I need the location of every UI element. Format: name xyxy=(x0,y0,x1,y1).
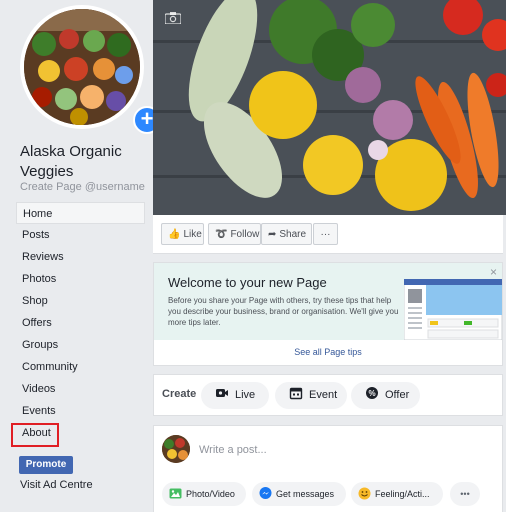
live-video-icon xyxy=(216,389,228,397)
smiley-icon xyxy=(358,487,371,500)
offer-tag-icon: % xyxy=(366,387,378,399)
camera-icon[interactable] xyxy=(165,12,181,24)
welcome-title: Welcome to your new Page xyxy=(168,275,327,290)
write-post-input[interactable]: Write a post... xyxy=(199,444,267,456)
create-bar: Create Live Event % Offer xyxy=(153,374,503,416)
page-nav: Home Posts Reviews Photos Shop Offers Gr… xyxy=(16,202,145,444)
nav-item-groups[interactable]: Groups xyxy=(16,334,145,356)
nav-item-events[interactable]: Events xyxy=(16,400,145,422)
profile-picture-frame[interactable]: + xyxy=(20,5,161,134)
about-highlight-box xyxy=(11,423,59,447)
share-label: Share xyxy=(279,229,307,240)
nav-item-shop[interactable]: Shop xyxy=(16,290,145,312)
write-post-card: Write a post... Photo/Video Get messages… xyxy=(153,425,503,512)
follow-button[interactable]: ➰ Follow xyxy=(208,223,261,245)
photo-video-button[interactable]: Photo/Video xyxy=(162,482,246,506)
get-messages-button[interactable]: Get messages xyxy=(252,482,346,506)
close-icon[interactable]: × xyxy=(490,265,497,279)
welcome-banner: Welcome to your new Page Before you shar… xyxy=(154,263,502,340)
page-preview-illustration xyxy=(404,279,502,340)
event-button[interactable]: Event xyxy=(275,382,347,409)
live-button[interactable]: Live xyxy=(201,382,269,409)
svg-text:%: % xyxy=(368,389,375,398)
event-label: Event xyxy=(309,389,338,401)
photo-video-label: Photo/Video xyxy=(186,489,235,499)
create-username-link[interactable]: Create Page @username xyxy=(20,181,145,193)
share-arrow-icon: ➦ xyxy=(268,229,277,240)
page-name: Alaska Organic Veggies xyxy=(20,143,122,180)
welcome-card: Welcome to your new Page Before you shar… xyxy=(153,262,503,366)
messenger-icon xyxy=(259,487,272,499)
more-post-options-button[interactable]: ••• xyxy=(450,482,480,506)
nav-item-photos[interactable]: Photos xyxy=(16,268,145,290)
live-label: Live xyxy=(235,389,256,401)
visit-ad-centre-link[interactable]: Visit Ad Centre xyxy=(20,479,93,491)
like-label: Like xyxy=(183,229,202,240)
calendar-icon xyxy=(289,387,303,400)
create-label: Create xyxy=(162,388,197,400)
page-action-bar: 👍 Like ➰ Follow ➦ Share ··· xyxy=(153,215,503,254)
rss-icon: ➰ xyxy=(215,229,228,240)
feeling-label: Feeling/Acti... xyxy=(375,489,430,499)
offer-button[interactable]: % Offer xyxy=(351,382,420,409)
composer-avatar xyxy=(162,435,190,463)
left-sidebar: + Alaska Organic Veggies Create Page @us… xyxy=(0,0,161,512)
promote-button[interactable]: Promote xyxy=(19,456,73,474)
profile-picture[interactable] xyxy=(24,9,140,125)
cover-photo[interactable] xyxy=(153,0,506,215)
offer-label: Offer xyxy=(385,389,410,401)
follow-label: Follow xyxy=(230,229,260,240)
nav-item-community[interactable]: Community xyxy=(16,356,145,378)
see-all-page-tips-link[interactable]: See all Page tips xyxy=(154,347,502,357)
nav-item-home[interactable]: Home xyxy=(16,202,145,224)
feeling-activity-button[interactable]: Feeling/Acti... xyxy=(351,482,443,506)
welcome-body: Before you share your Page with others, … xyxy=(168,296,399,327)
thumbs-up-icon: 👍 xyxy=(168,229,181,240)
nav-item-offers[interactable]: Offers xyxy=(16,312,145,334)
get-messages-label: Get messages xyxy=(276,489,335,499)
share-button[interactable]: ➦ Share xyxy=(261,223,312,245)
photo-icon xyxy=(169,488,182,499)
nav-item-reviews[interactable]: Reviews xyxy=(16,246,145,268)
like-button[interactable]: 👍 Like xyxy=(161,223,204,245)
nav-item-posts[interactable]: Posts xyxy=(16,224,145,246)
nav-item-videos[interactable]: Videos xyxy=(16,378,145,400)
more-actions-button[interactable]: ··· xyxy=(313,223,338,245)
